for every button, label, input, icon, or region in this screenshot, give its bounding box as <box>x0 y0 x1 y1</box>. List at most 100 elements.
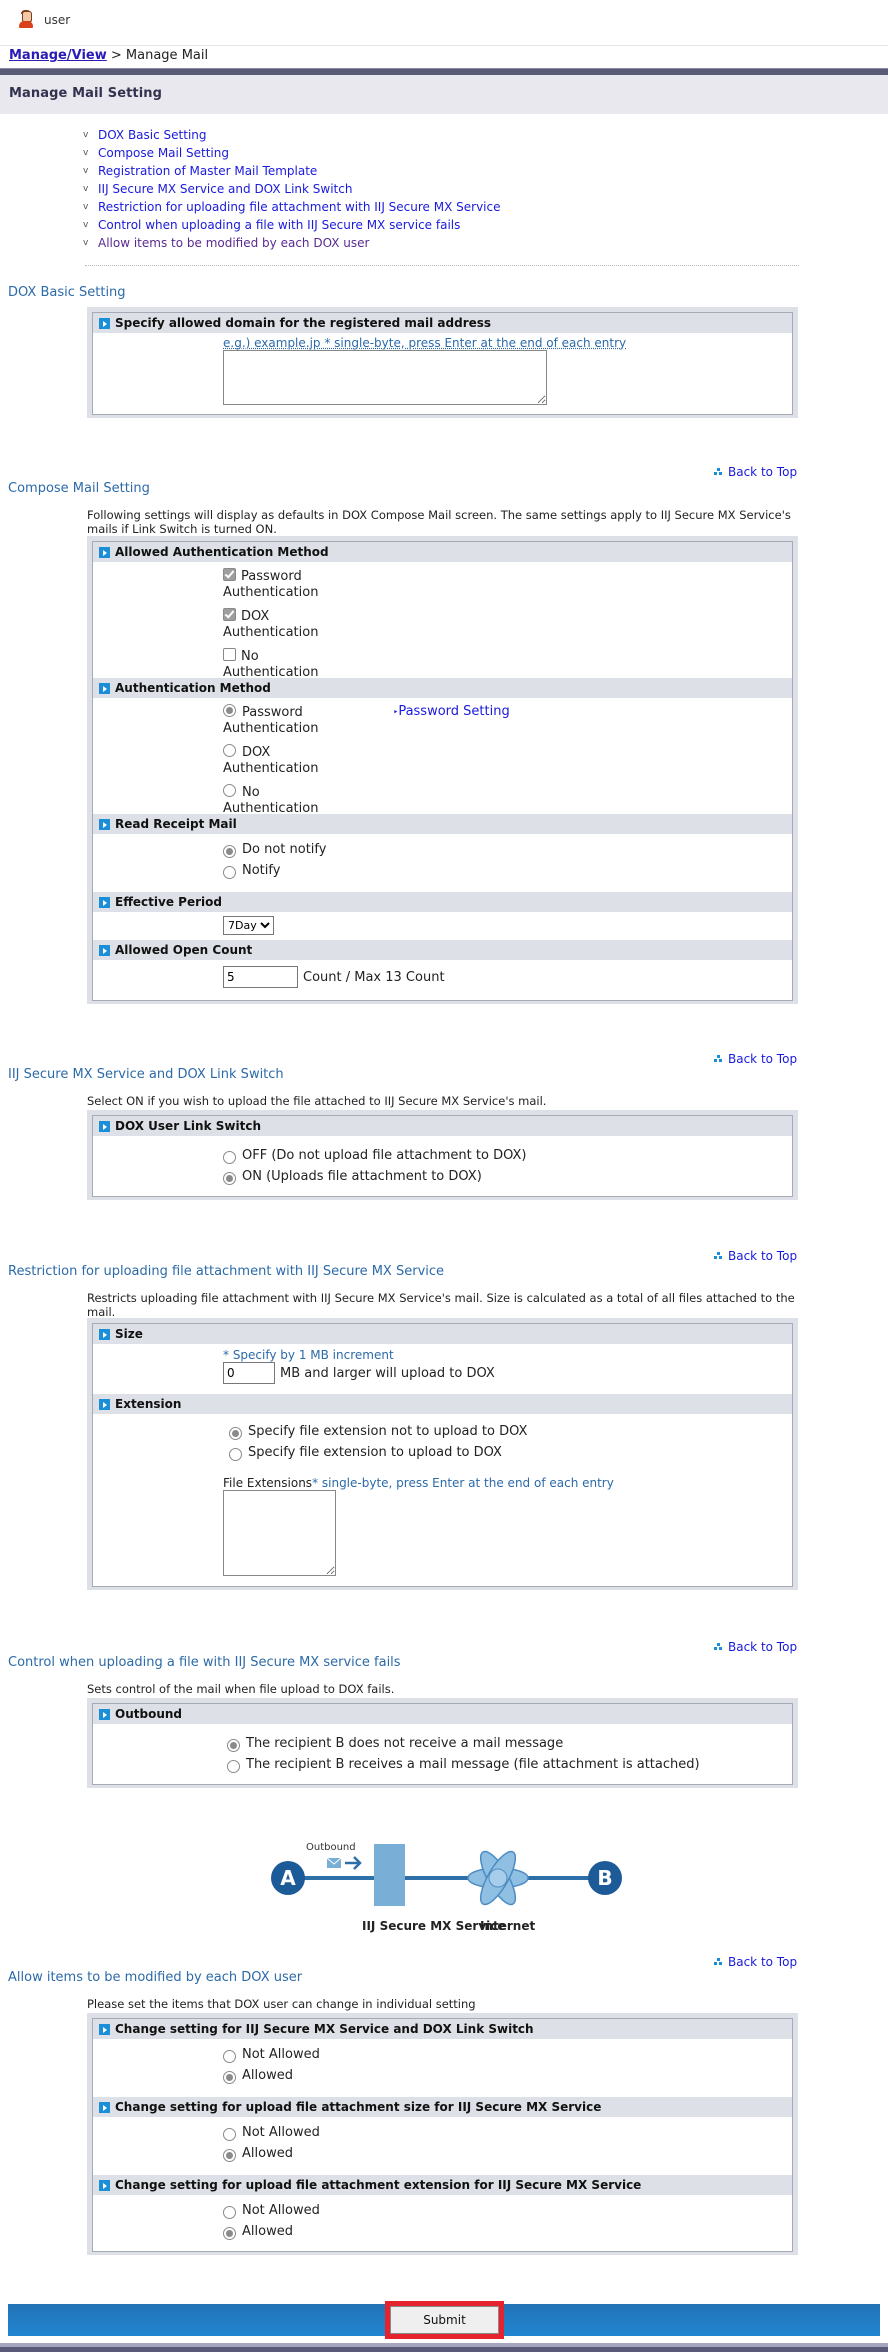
compose-description: Following settings will display as defau… <box>87 508 791 536</box>
submit-button[interactable]: Submit <box>390 2306 499 2334</box>
back-to-top-link[interactable]: Back to Top <box>714 1052 797 1066</box>
radio[interactable] <box>229 1448 242 1461</box>
radio[interactable] <box>223 744 236 757</box>
radio-size-allowed[interactable]: Allowed <box>223 2144 792 2165</box>
arrow-right-icon <box>99 818 110 830</box>
breadcrumb-manage-view-link[interactable]: Manage/View <box>9 48 107 63</box>
radio[interactable] <box>223 1172 236 1185</box>
radio[interactable] <box>223 784 236 797</box>
radio-extension-allowed[interactable]: Allowed <box>223 2222 792 2243</box>
file-extensions-textarea[interactable] <box>223 1490 336 1576</box>
toc-item: v Restriction for uploading file attachme… <box>83 198 500 216</box>
toc-item: v DOX Basic Setting <box>83 126 500 144</box>
open-count-input[interactable] <box>223 966 298 988</box>
option-label: DOX Authentication <box>223 609 319 640</box>
checkbox-no-auth[interactable]: No Authentication <box>223 646 333 686</box>
panel-header-label: Effective Period <box>115 895 222 909</box>
radio[interactable] <box>223 2149 236 2162</box>
outbound-flow-diagram: A B Outbound IIJ Secure MX Service Inter… <box>271 1842 622 1933</box>
toc-link-modify[interactable]: Allow items to be modified by each DOX u… <box>98 236 369 250</box>
toc-link-basic[interactable]: DOX Basic Setting <box>98 128 207 142</box>
arrow-right-icon <box>99 1120 110 1132</box>
radio-do-not-notify[interactable]: Do not notify <box>223 840 792 861</box>
option-label: No Authentication <box>223 785 319 816</box>
checkbox-dox-auth[interactable]: DOX Authentication <box>223 606 333 646</box>
radio-recipient-not-receive[interactable]: The recipient B does not receive a mail … <box>227 1734 792 1755</box>
back-to-top-link[interactable]: Back to Top <box>714 1249 797 1263</box>
radio-link-off[interactable]: OFF (Do not upload file attachment to DO… <box>223 1146 792 1167</box>
domain-hint: e.g.) example.jp * single-byte, press En… <box>223 336 627 350</box>
internet-label: Internet <box>480 1919 535 1933</box>
checkbox[interactable] <box>223 568 236 581</box>
radio-ext-upload[interactable]: Specify file extension to upload to DOX <box>229 1443 792 1464</box>
panel-header-label: Extension <box>115 1397 182 1411</box>
arrow-right-icon <box>99 2179 110 2191</box>
option-label: Password Authentication <box>223 569 319 600</box>
arrow-right-icon <box>345 1856 362 1870</box>
panel-header: Allowed Authentication Method <box>93 542 792 562</box>
size-input[interactable] <box>223 1362 275 1384</box>
radio-auth-dox[interactable]: DOX Authentication <box>223 742 333 782</box>
password-setting-label: Password Setting <box>398 704 510 719</box>
radio[interactable] <box>227 1739 240 1752</box>
radio[interactable] <box>223 2206 236 2219</box>
section-title-basic: DOX Basic Setting <box>8 285 126 300</box>
toc-link-restriction[interactable]: Restriction for uploading file attachmen… <box>98 200 500 214</box>
radio[interactable] <box>223 2071 236 2084</box>
password-setting-link[interactable]: ‣Password Setting <box>393 704 510 719</box>
chevron-down-icon: v <box>83 238 89 248</box>
radio[interactable] <box>223 704 236 717</box>
file-extensions-label: File Extensions <box>223 1476 313 1490</box>
back-to-top-link[interactable]: Back to Top <box>714 1640 797 1654</box>
radio[interactable] <box>223 2050 236 2063</box>
checkbox[interactable] <box>223 648 236 661</box>
radio-notify[interactable]: Notify <box>223 861 792 882</box>
submit-highlight: Submit <box>385 2301 504 2339</box>
checkbox[interactable] <box>223 608 236 621</box>
restriction-description: Restricts uploading file attachment with… <box>87 1291 795 1319</box>
panel-header: Change setting for upload file attachmen… <box>93 2097 792 2117</box>
radio-link-on[interactable]: ON (Uploads file attachment to DOX) <box>223 1167 792 1188</box>
effective-period-select[interactable]: 7Day <box>223 916 274 935</box>
panel-header: Extension <box>93 1394 792 1414</box>
radio-link-switch-not-allowed[interactable]: Not Allowed <box>223 2045 792 2066</box>
node-a-label: A <box>280 1866 296 1890</box>
panel-header-label: Specify allowed domain for the registere… <box>115 316 492 330</box>
back-to-top-link[interactable]: Back to Top <box>714 1955 797 1969</box>
arrow-right-icon <box>99 896 110 908</box>
radio[interactable] <box>229 1427 242 1440</box>
allowed-domain-textarea[interactable] <box>223 350 547 405</box>
panel-header: Outbound <box>93 1704 792 1724</box>
radio[interactable] <box>223 2128 236 2141</box>
radio[interactable] <box>223 845 236 858</box>
panel-header-label: Change setting for upload file attachmen… <box>115 2178 642 2192</box>
panel-header: Change setting for IIJ Secure MX Service… <box>93 2019 792 2039</box>
panel-header-label: Change setting for IIJ Secure MX Service… <box>115 2022 534 2036</box>
section-title-link-switch: IIJ Secure MX Service and DOX Link Switc… <box>8 1067 284 1082</box>
radio-auth-none[interactable]: No Authentication <box>223 782 333 822</box>
panel-header: DOX User Link Switch <box>93 1116 792 1136</box>
back-to-top-link[interactable]: Back to Top <box>714 465 797 479</box>
radio-ext-not-upload[interactable]: Specify file extension not to upload to … <box>229 1422 792 1443</box>
radio-extension-not-allowed[interactable]: Not Allowed <box>223 2201 792 2222</box>
radio[interactable] <box>223 2227 236 2240</box>
arrow-right-icon <box>99 682 110 694</box>
toc-link-link-switch[interactable]: IIJ Secure MX Service and DOX Link Switc… <box>98 182 352 196</box>
panel-header-label: Allowed Open Count <box>115 943 253 957</box>
user-row: user <box>18 8 70 32</box>
toc-link-compose[interactable]: Compose Mail Setting <box>98 146 229 160</box>
radio[interactable] <box>227 1760 240 1773</box>
radio[interactable] <box>223 866 236 879</box>
checkbox-password-auth[interactable]: Password Authentication <box>223 566 333 606</box>
radio-link-switch-allowed[interactable]: Allowed <box>223 2066 792 2087</box>
back-to-top-label: Back to Top <box>728 465 798 479</box>
panel-compose: Allowed Authentication Method Password A… <box>87 536 798 1004</box>
internet-icon <box>467 1850 529 1906</box>
panel-modify: Change setting for IIJ Secure MX Service… <box>87 2013 798 2255</box>
radio-size-not-allowed[interactable]: Not Allowed <box>223 2123 792 2144</box>
radio-auth-password[interactable]: Password Authentication <box>223 702 333 742</box>
radio[interactable] <box>223 1151 236 1164</box>
toc-link-fail-control[interactable]: Control when uploading a file with IIJ S… <box>98 218 460 232</box>
radio-recipient-receive[interactable]: The recipient B receives a mail message … <box>227 1755 792 1776</box>
toc-link-master-template[interactable]: Registration of Master Mail Template <box>98 164 317 178</box>
